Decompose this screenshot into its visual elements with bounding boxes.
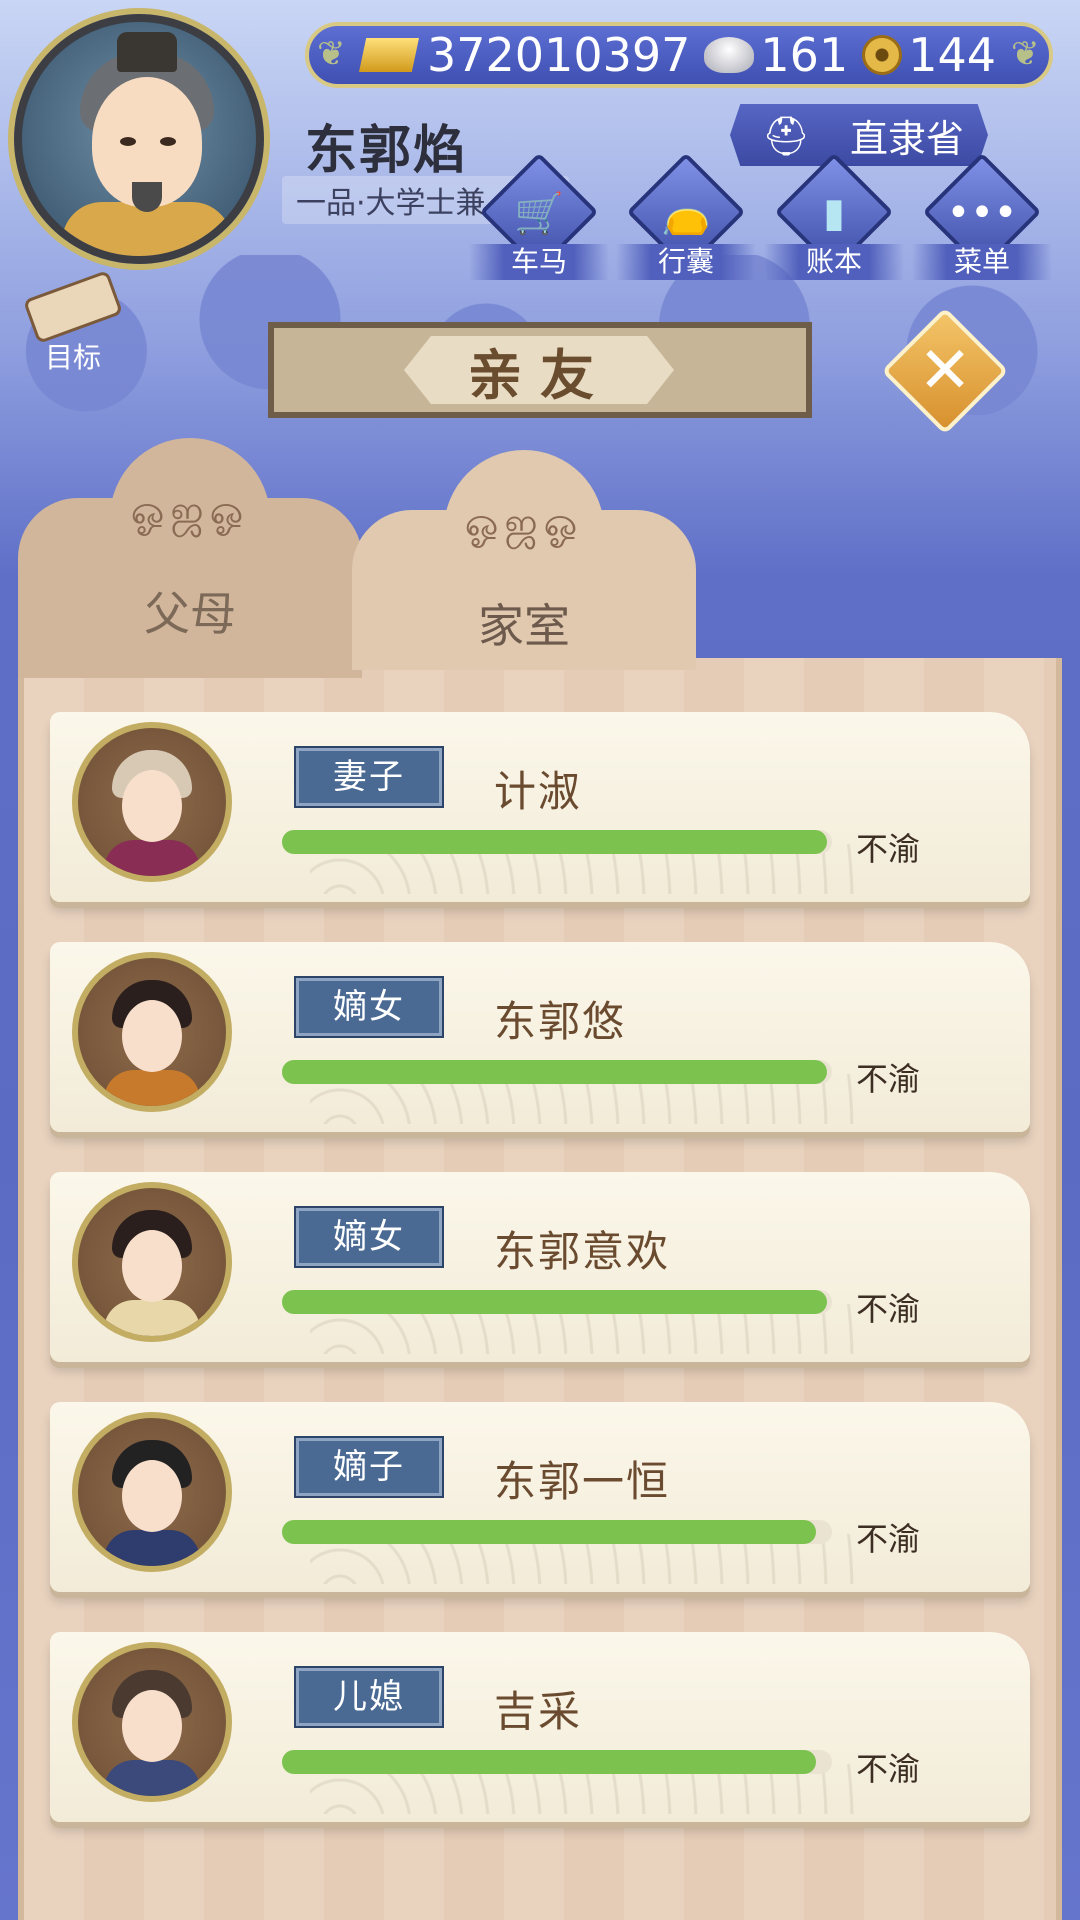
affection-bar: [282, 1290, 832, 1314]
location-label: 直隶省: [850, 116, 965, 161]
member-avatar: [72, 1642, 232, 1802]
silver-counter[interactable]: 161: [704, 28, 848, 82]
affection-fill: [282, 1060, 827, 1084]
close-icon: ✕: [918, 334, 972, 408]
gold-counter[interactable]: 372010397: [359, 28, 690, 82]
member-avatar: [72, 1182, 232, 1342]
bag-icon: 👝: [661, 191, 711, 237]
family-member-card[interactable]: 儿媳 吉采 不渝: [50, 1632, 1030, 1822]
member-avatar: [72, 722, 232, 882]
affection-fill: [282, 830, 827, 854]
role-badge: 儿媳: [294, 1666, 444, 1728]
affection-fill: [282, 1750, 816, 1774]
member-avatar: [72, 952, 232, 1112]
affection-bar: [282, 1750, 832, 1774]
bamboo-right-icon: ❦: [1011, 34, 1040, 74]
role-badge: 嫡女: [294, 976, 444, 1038]
member-name: 东郭一恒: [494, 1457, 671, 1506]
gold-ingot-icon: [359, 38, 419, 72]
panel-title: 亲友: [468, 343, 612, 407]
currency-bar: ❦ 372010397 161 144 ❦: [305, 22, 1053, 88]
official-hat-icon: ⛑: [762, 114, 811, 158]
role-badge: 妻子: [294, 746, 444, 808]
family-member-card[interactable]: 嫡子 东郭一恒 不渝: [50, 1402, 1030, 1592]
affection-fill: [282, 1520, 816, 1544]
family-member-card[interactable]: 妻子 计淑 不渝: [50, 712, 1030, 902]
panel-title-banner: 亲友: [268, 322, 812, 418]
coin-amount: 144: [908, 28, 997, 82]
member-name: 东郭悠: [494, 997, 627, 1046]
affection-fill: [282, 1290, 827, 1314]
player-avatar[interactable]: [14, 14, 264, 264]
member-avatar: [72, 1412, 232, 1572]
role-badge: 嫡女: [294, 1206, 444, 1268]
tab-parents[interactable]: ஓஜஓ 父母: [18, 438, 362, 678]
silver-amount: 161: [760, 28, 849, 82]
family-member-card[interactable]: 嫡女 东郭悠 不渝: [50, 942, 1030, 1132]
copper-coin-icon: [862, 35, 903, 75]
tab-family[interactable]: ஓஜஓ 家室: [352, 450, 696, 670]
mood-label: 不渝: [856, 830, 921, 868]
scroll-icon: [22, 269, 124, 345]
member-name: 计淑: [494, 767, 583, 816]
family-member-card[interactable]: 嫡女 东郭意欢 不渝: [50, 1172, 1030, 1362]
goal-button[interactable]: 目标: [18, 269, 128, 376]
gold-amount: 372010397: [427, 28, 691, 82]
menu-button-ledger[interactable]: ▮ 账本: [764, 152, 904, 282]
member-name: 吉采: [494, 1687, 583, 1736]
silver-ingot-icon: [704, 37, 755, 73]
location-button[interactable]: ⛑ 直隶省: [730, 104, 988, 166]
mood-label: 不渝: [856, 1060, 921, 1098]
coin-counter[interactable]: 144: [862, 28, 996, 82]
menu-button-carriage[interactable]: 🛒 车马: [469, 152, 609, 282]
mood-label: 不渝: [856, 1520, 921, 1558]
more-icon: •••: [946, 190, 1018, 236]
ledger-icon: ▮: [822, 190, 845, 236]
affection-bar: [282, 1060, 832, 1084]
menu-button-bag[interactable]: 👝 行囊: [616, 152, 756, 282]
carriage-icon: 🛒: [514, 191, 564, 237]
affection-bar: [282, 1520, 832, 1544]
player-name: 东郭焰: [305, 121, 468, 181]
mood-label: 不渝: [856, 1290, 921, 1328]
mood-label: 不渝: [856, 1750, 921, 1788]
affection-bar: [282, 830, 832, 854]
cloud-swirl-icon: ஓஜஓ: [464, 500, 584, 546]
role-badge: 嫡子: [294, 1436, 444, 1498]
menu-button-more[interactable]: ••• 菜单: [912, 152, 1052, 282]
member-name: 东郭意欢: [494, 1227, 671, 1276]
cloud-swirl-icon: ஓஜஓ: [130, 488, 250, 534]
bamboo-left-icon: ❦: [317, 34, 346, 74]
